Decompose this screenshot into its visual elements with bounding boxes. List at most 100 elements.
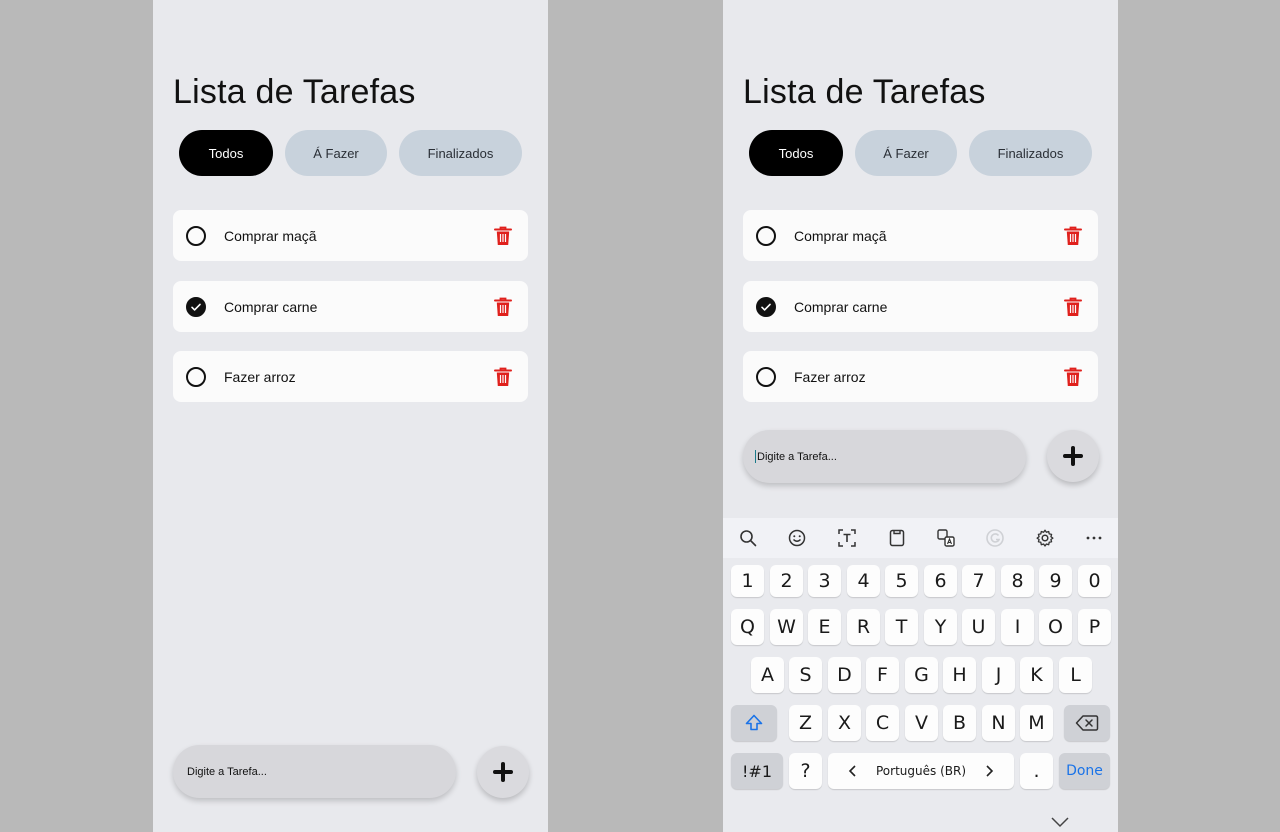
task-label: Fazer arroz — [224, 368, 296, 385]
emoji-icon[interactable] — [784, 525, 810, 551]
settings-icon[interactable] — [1032, 525, 1058, 551]
trash-icon[interactable] — [494, 297, 512, 317]
key-m[interactable]: M — [1020, 705, 1053, 741]
search-icon[interactable] — [735, 525, 761, 551]
key-l[interactable]: L — [1059, 657, 1092, 693]
key-o[interactable]: O — [1039, 609, 1072, 645]
key-t[interactable]: T — [885, 609, 918, 645]
checkmark-icon — [761, 303, 771, 311]
key-8[interactable]: 8 — [1001, 565, 1034, 597]
space-language-label: Português (BR) — [876, 764, 966, 778]
backspace-key[interactable] — [1064, 705, 1110, 741]
filter-todos[interactable]: Todos — [749, 130, 843, 176]
shift-key[interactable] — [731, 705, 777, 741]
task-checkbox[interactable] — [186, 366, 206, 387]
key-s[interactable]: S — [789, 657, 822, 693]
phone-screen-left: Lista de Tarefas Todos Á Fazer Finalizad… — [153, 0, 548, 832]
trash-icon[interactable] — [494, 367, 512, 387]
task-item: Comprar maçã — [173, 210, 528, 261]
text-recognition-icon[interactable] — [834, 525, 860, 551]
task-item: Fazer arroz — [173, 351, 528, 402]
key-a[interactable]: A — [751, 657, 784, 693]
key-r[interactable]: R — [847, 609, 880, 645]
period-key[interactable]: . — [1020, 753, 1053, 789]
key-j[interactable]: J — [982, 657, 1015, 693]
add-task-button[interactable] — [1047, 430, 1099, 482]
key-7[interactable]: 7 — [962, 565, 995, 597]
task-input-placeholder: Digite a Tarefa... — [187, 765, 267, 778]
filter-a-fazer[interactable]: Á Fazer — [285, 130, 387, 176]
task-label: Comprar maçã — [794, 227, 887, 244]
key-n[interactable]: N — [982, 705, 1015, 741]
shift-icon — [745, 714, 763, 731]
key-y[interactable]: Y — [924, 609, 957, 645]
text-cursor — [755, 450, 756, 463]
translate-icon[interactable] — [933, 525, 959, 551]
key-q[interactable]: Q — [731, 609, 764, 645]
task-checkbox[interactable] — [756, 366, 776, 387]
key-w[interactable]: W — [770, 609, 803, 645]
done-key[interactable]: Done — [1059, 753, 1110, 789]
task-input[interactable]: Digite a Tarefa... — [173, 745, 456, 798]
task-item: Comprar carne — [173, 281, 528, 332]
trash-icon[interactable] — [1064, 297, 1082, 317]
key-u[interactable]: U — [962, 609, 995, 645]
task-label: Comprar carne — [224, 298, 318, 315]
key-e[interactable]: E — [808, 609, 841, 645]
key-z[interactable]: Z — [789, 705, 822, 741]
task-checkbox[interactable] — [756, 225, 776, 246]
key-v[interactable]: V — [905, 705, 938, 741]
task-label: Fazer arroz — [794, 368, 866, 385]
task-input-focused[interactable]: Digite a Tarefa... — [743, 430, 1026, 483]
task-label: Comprar maçã — [224, 227, 317, 244]
key-g[interactable]: G — [905, 657, 938, 693]
key-6[interactable]: 6 — [924, 565, 957, 597]
clipboard-icon[interactable] — [884, 525, 910, 551]
task-input-placeholder: Digite a Tarefa... — [757, 450, 837, 463]
key-3[interactable]: 3 — [808, 565, 841, 597]
question-key[interactable]: ? — [789, 753, 822, 789]
key-i[interactable]: I — [1001, 609, 1034, 645]
task-item: Comprar carne — [743, 281, 1098, 332]
task-label: Comprar carne — [794, 298, 888, 315]
task-item: Fazer arroz — [743, 351, 1098, 402]
key-0[interactable]: 0 — [1078, 565, 1111, 597]
task-checkbox[interactable] — [186, 225, 206, 246]
key-1[interactable]: 1 — [731, 565, 764, 597]
filter-todos[interactable]: Todos — [179, 130, 273, 176]
trash-icon[interactable] — [1064, 226, 1082, 246]
key-d[interactable]: D — [828, 657, 861, 693]
space-key[interactable]: Português (BR) — [828, 753, 1014, 789]
key-h[interactable]: H — [943, 657, 976, 693]
key-b[interactable]: B — [943, 705, 976, 741]
plus-icon — [1063, 446, 1083, 466]
filter-finalizados[interactable]: Finalizados — [399, 130, 522, 176]
trash-icon[interactable] — [1064, 367, 1082, 387]
grammarly-icon[interactable] — [982, 525, 1008, 551]
page-title: Lista de Tarefas — [743, 73, 986, 111]
key-k[interactable]: K — [1020, 657, 1053, 693]
key-5[interactable]: 5 — [885, 565, 918, 597]
key-x[interactable]: X — [828, 705, 861, 741]
task-checkbox-checked[interactable] — [186, 296, 206, 317]
soft-keyboard: 1 2 3 4 5 6 7 8 9 0 Q W E R T Y U I O P … — [723, 518, 1118, 832]
chevron-left-icon — [848, 765, 856, 777]
key-p[interactable]: P — [1078, 609, 1111, 645]
checkmark-icon — [191, 303, 201, 311]
add-task-button[interactable] — [477, 746, 529, 798]
filter-a-fazer[interactable]: Á Fazer — [855, 130, 957, 176]
key-f[interactable]: F — [866, 657, 899, 693]
filter-finalizados[interactable]: Finalizados — [969, 130, 1092, 176]
more-icon[interactable] — [1081, 525, 1107, 551]
key-4[interactable]: 4 — [847, 565, 880, 597]
filter-tabs: Todos Á Fazer Finalizados — [179, 130, 534, 176]
symbols-key[interactable]: !#1 — [731, 753, 783, 789]
trash-icon[interactable] — [494, 226, 512, 246]
hide-keyboard-chevron-icon[interactable] — [1050, 816, 1070, 828]
task-checkbox-checked[interactable] — [756, 296, 776, 317]
key-9[interactable]: 9 — [1039, 565, 1072, 597]
key-c[interactable]: C — [866, 705, 899, 741]
backspace-icon — [1075, 715, 1099, 731]
key-2[interactable]: 2 — [770, 565, 803, 597]
keyboard-keys: 1 2 3 4 5 6 7 8 9 0 Q W E R T Y U I O P … — [723, 558, 1118, 832]
